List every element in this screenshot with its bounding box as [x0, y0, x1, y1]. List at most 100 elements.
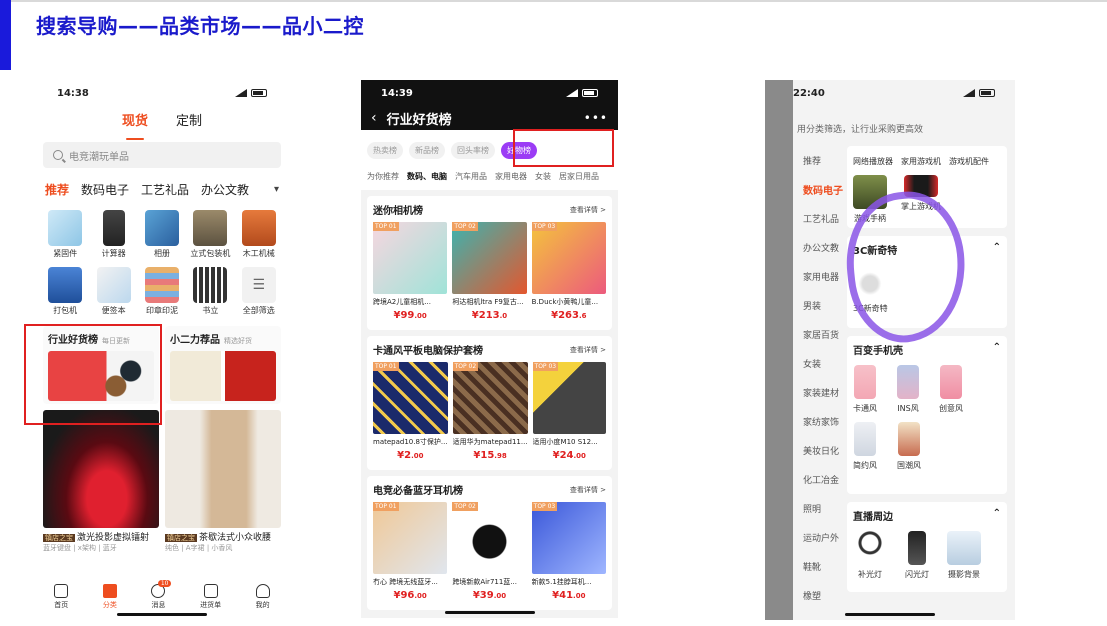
subtab[interactable]: 居家日用品 — [559, 171, 599, 182]
sidebar-item[interactable]: 家纺家饰 — [793, 407, 845, 436]
chip-repurchase[interactable]: 回头率榜 — [451, 142, 495, 159]
calculator-icon — [102, 210, 125, 246]
ranking-item[interactable]: TOP 01 matepad10.8寸保护... ¥2.00 — [373, 362, 448, 461]
sidebar-item[interactable]: 化工冶金 — [793, 465, 845, 494]
subcat-item[interactable]: 简约风 — [853, 422, 877, 471]
cat-tab-crafts[interactable]: 工艺礼品 — [141, 181, 189, 198]
subcat-item[interactable]: 闪光灯 — [905, 531, 929, 580]
phone-category-filter: 22:40 用分类筛选，让行业采购更高效 推荐 数码电子 工艺礼品 办公文教 家… — [765, 80, 1015, 620]
product-image — [531, 502, 606, 574]
sidebar-item[interactable]: 箱包 — [793, 610, 845, 620]
view-details-link[interactable]: 查看详情 > — [570, 345, 606, 355]
ranking-item[interactable]: TOP 01 跨境A2儿童相机... ¥99.00 — [373, 222, 448, 321]
tab-messages[interactable]: 10 消息 — [151, 580, 172, 610]
ranking-list: 卡通风平板电脑保护套榜 查看详情 > TOP 01 matepad10.8寸保护..… — [367, 336, 612, 470]
subcat-item[interactable]: 卡通风 — [853, 365, 877, 414]
phone-case-icon — [898, 422, 920, 456]
nav-bar: ‹ 行业好货榜 ••• — [361, 106, 618, 130]
sidebar-item[interactable]: 家装建材 — [793, 378, 845, 407]
highlight-box — [513, 129, 614, 167]
ranking-item[interactable]: TOP 03 新款5.1挂脖耳机... ¥41.00 — [531, 502, 606, 601]
product-image — [373, 362, 448, 434]
more-icon[interactable]: ••• — [584, 111, 608, 125]
slide: 搜索导购——品类市场——品小二控 14:38 现货 定制 电竞潮玩单品 推荐 数… — [0, 0, 1107, 626]
view-details-link[interactable]: 查看详情 > — [570, 485, 606, 495]
sidebar-item[interactable]: 推荐 — [793, 146, 845, 175]
product-card[interactable]: 镇店之宝 激光投影虚拟镭射 蓝牙键盘 | x架构 | 蓝牙 — [43, 410, 159, 553]
battery-icon — [251, 89, 267, 97]
sidebar-item[interactable]: 照明 — [793, 494, 845, 523]
ring-light-icon — [853, 531, 887, 565]
sidebar-item[interactable]: 家居百货 — [793, 320, 845, 349]
product-card[interactable]: 镇店之宝 茶歇法式小众收腰 纯色 | A字裙 | 小香风 — [165, 410, 281, 553]
ranking-list: 电竞必备蓝牙耳机榜 查看详情 > TOP 01 冇心 跨境无线蓝牙... ¥96.00… — [367, 476, 612, 610]
recommended-card[interactable]: 小二力荐品 精选好货 — [165, 326, 281, 404]
grid-item[interactable]: 便签本 — [89, 267, 137, 316]
ranking-item[interactable]: TOP 01 冇心 跨境无线蓝牙... ¥96.00 — [373, 502, 448, 601]
subtab[interactable]: 女装 — [535, 171, 551, 182]
ranking-item[interactable]: TOP 02 跨境新款Air711蓝... ¥39.00 — [452, 502, 527, 601]
sidebar-item[interactable]: 女装 — [793, 349, 845, 378]
subcat-item[interactable]: 摄影背景 — [947, 531, 981, 580]
chip-new[interactable]: 新品榜 — [409, 142, 445, 159]
subtab[interactable]: 汽车用品 — [455, 171, 487, 182]
chevron-down-icon[interactable]: ▾ — [274, 184, 279, 195]
grid-item[interactable]: 打包机 — [41, 267, 89, 316]
sidebar-item[interactable]: 男装 — [793, 291, 845, 320]
back-icon[interactable]: ‹ — [371, 110, 377, 126]
sidebar-item[interactable]: 橡塑 — [793, 581, 845, 610]
subcat-item[interactable]: 国潮风 — [897, 422, 921, 471]
collapse-icon[interactable]: ⌃ — [993, 342, 1001, 357]
subcat-label[interactable]: 网络播放器 — [853, 156, 893, 167]
collapse-icon[interactable]: ⌃ — [993, 508, 1001, 523]
subcat-label[interactable]: 游戏机配件 — [949, 156, 989, 167]
tab-home[interactable]: 首页 — [54, 584, 69, 610]
grid-item[interactable]: ☰ 全部筛选 — [235, 267, 283, 316]
grid-icon — [102, 584, 117, 598]
phone-case-icon — [854, 422, 876, 456]
grid-item[interactable]: 相册 — [138, 210, 186, 259]
signal-icon — [235, 89, 247, 97]
subtab[interactable]: 为你推荐 — [367, 171, 399, 182]
segment-tabs: 现货 定制 — [37, 110, 287, 140]
view-details-link[interactable]: 查看详情 > — [570, 205, 606, 215]
grid-item[interactable]: 书立 — [186, 267, 234, 316]
tab-custom[interactable]: 定制 — [176, 110, 202, 136]
search-input[interactable]: 电竞潮玩单品 — [43, 142, 281, 168]
subcat-item[interactable]: INS风 — [897, 365, 919, 414]
tab-spot[interactable]: 现货 — [122, 110, 148, 140]
grid-item[interactable]: 印章印泥 — [138, 267, 186, 316]
background-page — [765, 80, 793, 620]
ranking-item[interactable]: TOP 03 适用小度M10 S12... ¥24.00 — [532, 362, 606, 461]
flash-icon — [908, 531, 926, 565]
subcat-item[interactable]: 补光灯 — [853, 531, 887, 580]
subcat-label[interactable]: 家用游戏机 — [901, 156, 941, 167]
sidebar-item[interactable]: 运动户外 — [793, 523, 845, 552]
subcat-item[interactable]: 创意风 — [939, 365, 963, 414]
tab-profile[interactable]: 我的 — [255, 584, 270, 610]
subtab[interactable]: 家用电器 — [495, 171, 527, 182]
sidebar-item[interactable]: 数码电子 — [793, 175, 845, 204]
cat-tab-digital[interactable]: 数码电子 — [81, 181, 129, 198]
sidebar-item[interactable]: 美妆日化 — [793, 436, 845, 465]
list-icon — [203, 584, 218, 598]
grid-item[interactable]: 木工机械 — [235, 210, 283, 259]
tab-category[interactable]: 分类 — [102, 584, 117, 610]
grid-item[interactable]: 立式包装机 — [186, 210, 234, 259]
cat-tab-office[interactable]: 办公文教 — [201, 181, 249, 198]
sidebar-item[interactable]: 鞋靴 — [793, 552, 845, 581]
sidebar-item[interactable]: 工艺礼品 — [793, 204, 845, 233]
sidebar-item[interactable]: 办公文教 — [793, 233, 845, 262]
grid-item[interactable]: 计算器 — [89, 210, 137, 259]
collapse-icon[interactable]: ⌃ — [993, 242, 1001, 257]
ranking-item[interactable]: TOP 02 适用华为matepad11... ¥15.98 — [452, 362, 528, 461]
page-title: 行业好货榜 — [386, 112, 452, 128]
ranking-item[interactable]: TOP 03 B.Duck小黄鸭儿童... ¥263.6 — [531, 222, 606, 321]
cat-tab-recommend[interactable]: 推荐 — [45, 181, 69, 198]
tab-purchase-list[interactable]: 进货单 — [200, 584, 221, 610]
ranking-item[interactable]: TOP 02 柯达相机ltra F9复古... ¥213.0 — [452, 222, 527, 321]
subtab[interactable]: 数码、电脑 — [407, 171, 447, 182]
sidebar-item[interactable]: 家用电器 — [793, 262, 845, 291]
grid-item[interactable]: 紧固件 — [41, 210, 89, 259]
chip-hot[interactable]: 热卖榜 — [367, 142, 403, 159]
